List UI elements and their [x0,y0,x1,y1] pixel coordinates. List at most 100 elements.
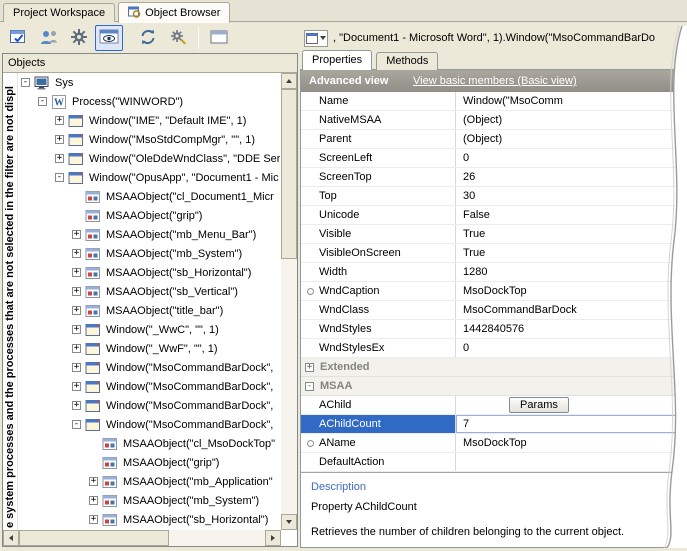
expand-toggle[interactable]: + [72,382,81,391]
tab-methods[interactable]: Methods [376,52,438,70]
expand-toggle[interactable]: + [72,230,81,239]
advanced-settings-button[interactable] [164,25,192,51]
expand-toggle[interactable]: + [55,154,64,163]
property-row[interactable]: DefaultAction [301,453,687,472]
refresh-button[interactable] [134,25,162,51]
property-name-cell[interactable]: ScreenTop [301,168,456,186]
property-value-cell[interactable]: MsoDockTop [456,434,687,452]
expand-toggle[interactable]: + [72,306,81,315]
tree-item[interactable]: MSAAObject("cl_MsoDockTop" [19,434,281,453]
property-name-cell[interactable]: AChildCount [301,415,456,433]
property-name-cell[interactable]: WndClass [301,301,456,319]
property-value-cell[interactable]: True [456,225,687,243]
property-name-cell[interactable]: WndStylesEx [301,339,456,357]
property-name-cell[interactable]: Top [301,187,456,205]
property-name-cell[interactable]: VisibleOnScreen [301,244,456,262]
expand-toggle[interactable]: + [55,116,64,125]
tree-item[interactable]: +MSAAObject("sb_Vertical") [19,282,281,301]
property-row[interactable]: UnicodeFalse [301,206,687,225]
tree-item[interactable]: -Window("MsoCommandBarDock", [19,415,281,434]
tree-item[interactable]: MSAAObject("grip") [19,206,281,225]
tree-vertical-scrollbar[interactable] [281,73,297,530]
scroll-left-button[interactable] [3,530,19,546]
property-value-cell[interactable]: MsoCommandBarDock [456,301,687,319]
tree-item[interactable]: +MSAAObject("mb_Application" [19,472,281,491]
property-name-cell[interactable]: Visible [301,225,456,243]
expand-toggle[interactable]: + [55,135,64,144]
property-name-cell[interactable]: Name [301,92,456,110]
property-value-cell[interactable]: 26 [456,168,687,186]
tree-item[interactable]: MSAAObject("grip") [19,453,281,472]
expand-toggle[interactable]: + [72,268,81,277]
tree-item[interactable]: MSAAObject("cl_Document1_Micr [19,187,281,206]
tree-item[interactable]: -WProcess("WINWORD") [19,92,281,111]
property-value-cell[interactable]: 0 [456,149,687,167]
property-row[interactable]: WndStylesEx0 [301,339,687,358]
property-row[interactable]: AChildCount7 [301,415,687,434]
property-row[interactable]: Parent(Object) [301,130,687,149]
collapse-toggle[interactable]: - [38,97,47,106]
object-selector-dropdown[interactable] [304,30,328,47]
params-button[interactable]: Params [509,397,569,413]
vertical-scroll-thumb[interactable] [281,89,297,259]
scroll-right-button[interactable] [265,530,281,546]
tree-item[interactable]: +MSAAObject("title_bar") [19,301,281,320]
property-row[interactable]: Width1280 [301,263,687,282]
property-value-cell[interactable]: 7 [456,415,687,433]
property-value-cell[interactable]: 1280 [456,263,687,281]
highlight-object-button[interactable] [5,25,33,51]
collapse-toggle[interactable]: - [72,420,81,429]
section-header-extended[interactable]: +Extended [301,358,687,377]
expand-toggle[interactable]: + [72,325,81,334]
property-row[interactable]: VisibleTrue [301,225,687,244]
property-name-cell[interactable]: ScreenLeft [301,149,456,167]
section-header-msaa[interactable]: -MSAA [301,377,687,396]
filter-settings-button[interactable] [65,25,93,51]
expand-toggle[interactable]: + [72,287,81,296]
new-window-button[interactable] [205,25,233,51]
tree-item[interactable]: +Window("OleDdeWndClass", "DDE Ser [19,149,281,168]
collapse-toggle[interactable]: - [55,173,64,182]
property-name-cell[interactable]: DefaultAction [301,453,456,471]
horizontal-scroll-thumb[interactable] [19,530,169,546]
property-value-cell[interactable]: False [456,206,687,224]
property-row[interactable]: VisibleOnScreenTrue [301,244,687,263]
tab-project-workspace[interactable]: Project Workspace [3,3,115,22]
expand-toggle[interactable]: + [89,515,98,524]
property-name-cell[interactable]: WndStyles [301,320,456,338]
expand-toggle[interactable]: + [72,363,81,372]
property-value-cell[interactable]: 30 [456,187,687,205]
expand-toggle[interactable]: + [72,249,81,258]
property-name-cell[interactable]: Parent [301,130,456,148]
tree-item[interactable]: +MSAAObject("sb_Horizontal") [19,263,281,282]
property-row[interactable]: WndStyles1442840576 [301,320,687,339]
collapse-toggle[interactable]: - [305,382,314,391]
tree-item[interactable]: +MSAAObject("mb_System") [19,244,281,263]
property-name-cell[interactable]: NativeMSAA [301,111,456,129]
property-row[interactable]: Top30 [301,187,687,206]
property-value-cell[interactable]: 0 [456,339,687,357]
property-row[interactable]: WndClassMsoCommandBarDock [301,301,687,320]
expand-toggle[interactable]: + [72,344,81,353]
tab-object-browser[interactable]: Object Browser [118,2,230,23]
tree-item[interactable]: -Window("OpusApp", "Document1 - Mic [19,168,281,187]
property-value-cell[interactable]: (Object) [456,130,687,148]
tab-properties[interactable]: Properties [302,50,372,70]
tree-item[interactable]: +Window("MsoCommandBarDock", [19,377,281,396]
property-value-cell[interactable]: MsoDockTop [456,282,687,300]
expand-toggle[interactable]: + [72,401,81,410]
property-value-cell[interactable] [456,453,687,471]
expand-toggle[interactable]: + [305,363,314,372]
scroll-up-button[interactable] [281,73,297,89]
property-value-cell[interactable]: Window("MsoComm [456,92,687,110]
tree-item[interactable]: -Sys [19,73,281,92]
tree-item[interactable]: +Window("MsoCommandBarDock", [19,396,281,415]
property-name-cell[interactable]: Width [301,263,456,281]
property-row[interactable]: ScreenLeft0 [301,149,687,168]
expand-toggle[interactable]: + [89,477,98,486]
property-row[interactable]: AChildParams [301,396,687,415]
collapse-toggle[interactable]: - [21,78,30,87]
property-row[interactable]: ScreenTop26 [301,168,687,187]
tree-horizontal-scrollbar[interactable] [3,530,281,546]
property-row[interactable]: ANameMsoDockTop [301,434,687,453]
